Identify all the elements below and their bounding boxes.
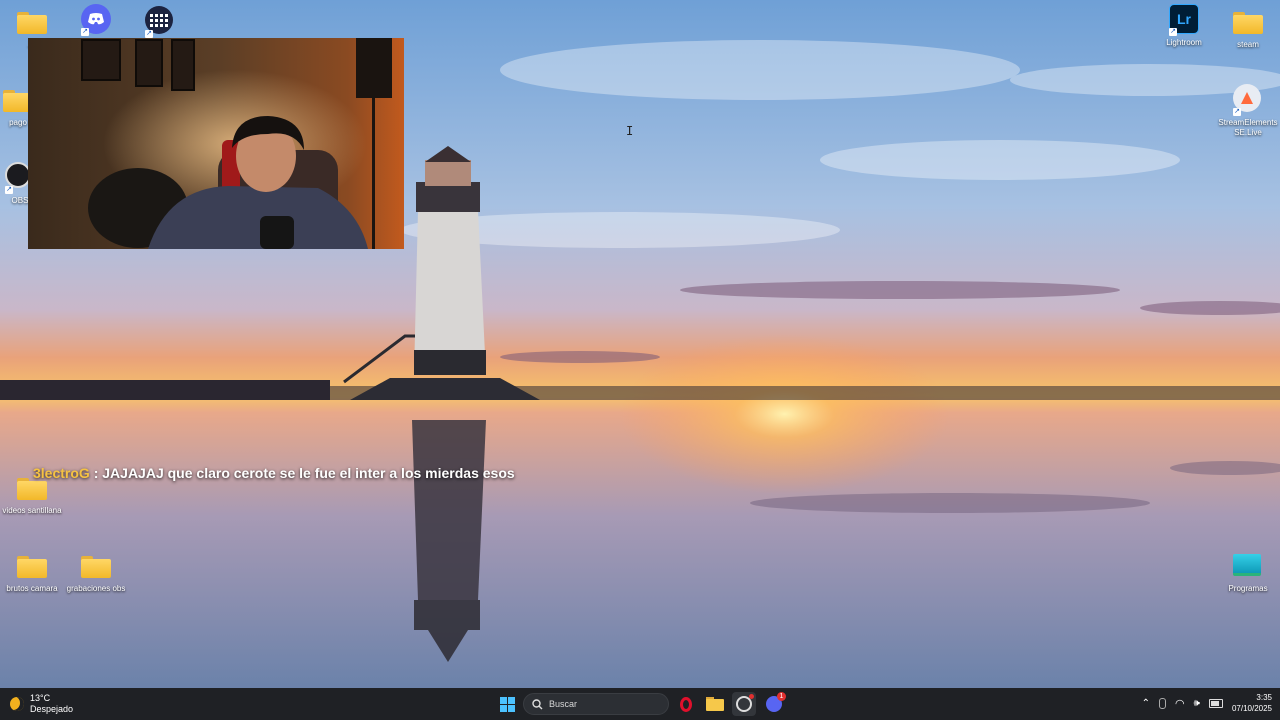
- chat-separator: :: [89, 465, 103, 481]
- desktop-icon-label: steam: [1237, 40, 1259, 49]
- clock[interactable]: 3:35 07/10/2025: [1232, 692, 1272, 714]
- taskbar: 13°C Despejado Buscar 1 ⌃ ◠ 🕪 3:35 07/10…: [0, 688, 1280, 720]
- clock-time: 3:35: [1256, 693, 1272, 702]
- desktop-icon-label: videos santillana: [2, 506, 62, 515]
- opera-icon: [680, 696, 692, 712]
- webcam-feed-image: [28, 38, 404, 249]
- desktop-icon-label: grabaciones obs: [66, 584, 126, 593]
- desktop-icon-label: Programas: [1228, 584, 1268, 593]
- shortcut-arrow-icon: ↗: [1233, 108, 1241, 116]
- desktop-icon-programas[interactable]: Programas: [1216, 550, 1280, 594]
- desktop-icon-label: Lightroom: [1166, 38, 1202, 47]
- desktop-icon-brutos-camara[interactable]: brutos camara: [0, 550, 64, 594]
- desktop-icon-label: OBS: [11, 196, 29, 205]
- chat-username: 3lectroG: [33, 465, 90, 481]
- shortcut-arrow-icon: ↗: [81, 28, 89, 36]
- desktop-icon-discord[interactable]: ↗: [64, 4, 128, 38]
- discord-taskbar-button[interactable]: 1: [762, 692, 786, 716]
- shortcut-arrow-icon: ↗: [1169, 28, 1177, 36]
- weather-widget[interactable]: 13°C Despejado: [10, 693, 73, 715]
- volume-icon[interactable]: 🕪: [1194, 698, 1200, 709]
- desktop-icon-label: brutos camara: [6, 584, 58, 593]
- desktop-icon-steam[interactable]: steam: [1216, 6, 1280, 50]
- shortcut-arrow-icon: ↗: [145, 30, 153, 38]
- taskbar-search[interactable]: Buscar: [523, 693, 669, 715]
- file-explorer-icon: [706, 697, 724, 711]
- desktop-icon-launcher[interactable]: ↗: [128, 6, 192, 40]
- battery-icon[interactable]: [1208, 698, 1223, 708]
- start-icon: [499, 696, 515, 712]
- chat-text: JAJAJAJ que claro cerote se le fue el in…: [102, 465, 515, 481]
- lightroom-icon: Lr ↗: [1169, 4, 1199, 36]
- folder-icon: [1233, 6, 1263, 36]
- shortcut-arrow-icon: ↗: [5, 186, 13, 194]
- desktop-icon-grabaciones-obs[interactable]: grabaciones obs: [64, 550, 128, 594]
- discord-icon: ↗: [81, 4, 111, 36]
- wifi-icon[interactable]: ◠: [1175, 697, 1185, 710]
- webcam-overlay: [28, 38, 404, 249]
- file-explorer-button[interactable]: [703, 692, 727, 716]
- monitor-icon: [1233, 550, 1263, 580]
- app-grid-icon: ↗: [145, 6, 175, 38]
- folder-icon: [17, 550, 47, 580]
- opera-button[interactable]: [674, 692, 698, 716]
- chevron-up-icon[interactable]: ⌃: [1142, 698, 1150, 709]
- moon-icon: [10, 697, 24, 711]
- notification-badge: 1: [777, 692, 786, 701]
- text-cursor-icon: I: [626, 124, 634, 138]
- search-placeholder: Buscar: [549, 699, 578, 709]
- streamelements-icon: ↗: [1233, 84, 1263, 116]
- recording-indicator-icon: [749, 694, 754, 699]
- desktop-icon-label: pago: [9, 118, 27, 127]
- system-tray: ⌃ ◠ 🕪 3:35 07/10/2025: [1142, 692, 1272, 714]
- search-icon: [532, 698, 543, 709]
- clock-date: 07/10/2025: [1231, 704, 1272, 713]
- microphone-icon[interactable]: [1159, 697, 1167, 709]
- weather-temp: 13°C: [30, 693, 51, 703]
- folder-icon: [81, 550, 111, 580]
- desktop-icon-lightroom[interactable]: Lr ↗ Lightroom: [1152, 4, 1216, 48]
- start-button[interactable]: [495, 692, 519, 716]
- weather-condition: Despejado: [30, 704, 74, 714]
- obs-taskbar-button[interactable]: [732, 692, 756, 716]
- desktop-icon-label: StreamElements SE.Live: [1218, 118, 1278, 137]
- chat-message: 3lectroG : JAJAJAJ que claro cerote se l…: [33, 465, 515, 481]
- folder-icon: [17, 6, 47, 36]
- desktop-icon-streamelements[interactable]: ↗ StreamElements SE.Live: [1216, 84, 1280, 138]
